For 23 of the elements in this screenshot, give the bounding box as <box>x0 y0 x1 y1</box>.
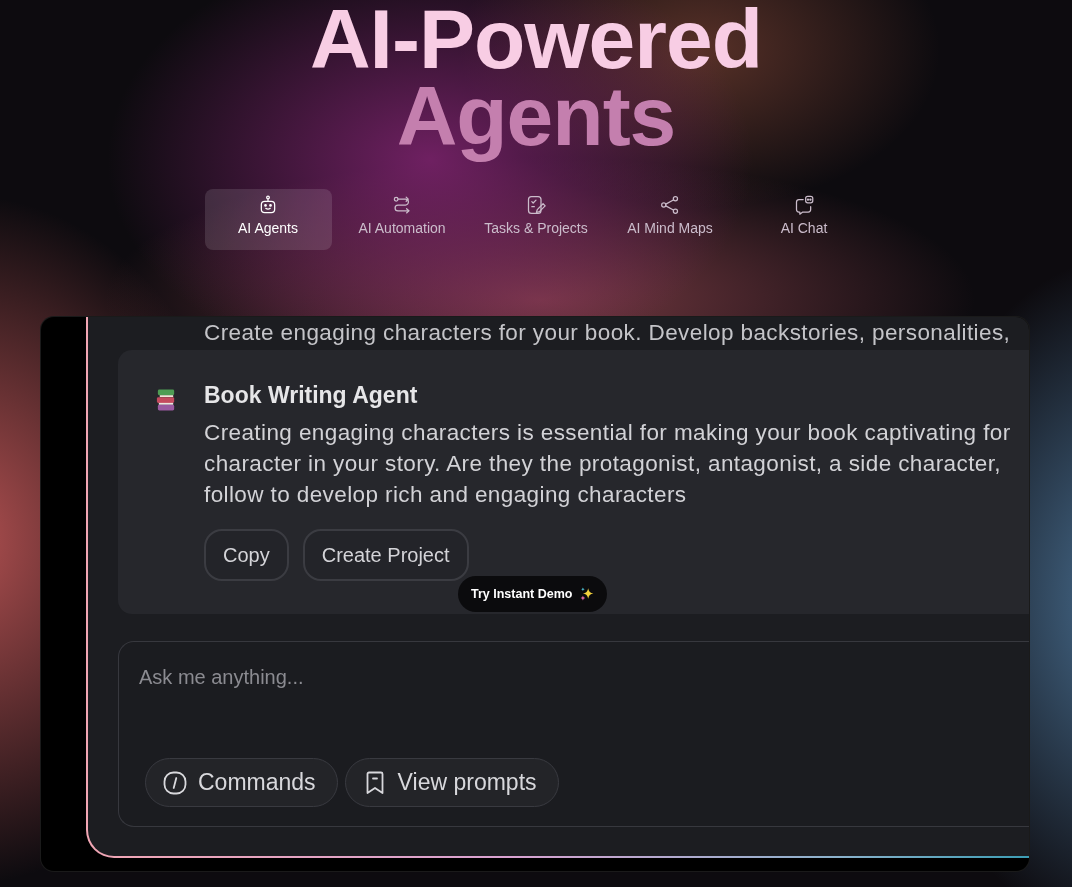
chat-bubble-icon <box>794 195 814 215</box>
task-edit-icon <box>526 195 546 215</box>
flow-icon <box>392 195 412 215</box>
message-input[interactable]: Ask me anything... <box>139 662 1029 748</box>
try-demo-button[interactable]: Try Instant Demo <box>458 576 608 612</box>
agent-name: Book Writing Agent <box>204 381 419 410</box>
tab[interactable]: AI Mind Maps <box>606 189 734 250</box>
slash-icon <box>163 770 187 795</box>
robot-icon <box>258 195 278 215</box>
commands-button[interactable]: Commands <box>145 758 338 807</box>
headline: AI-Powered Agents <box>309 1 763 165</box>
tab[interactable]: AI Agents <box>204 189 332 250</box>
tab[interactable]: AI Automation <box>338 189 466 250</box>
create-project-button[interactable]: Create Project <box>302 529 469 581</box>
message-text: Creating engaging characters is essential for making your book captivating for character in your story. Are they the protagonist, antagonist, a side character, follow to develop rich and engaging characters <box>204 419 1011 509</box>
sparkle-icon <box>580 587 595 601</box>
nodes-icon <box>660 195 680 215</box>
tab[interactable]: AI Chat <box>740 189 868 250</box>
copy-button[interactable]: Copy <box>204 529 289 581</box>
view-prompts-button[interactable]: View prompts <box>344 758 559 807</box>
composer-box[interactable]: Ask me anything... Commands View prompts <box>118 641 1029 827</box>
tab[interactable]: Tasks & Projects <box>472 189 600 250</box>
message-text: Create engaging characters for your book. Develop backstories, personalities, <box>203 319 1012 347</box>
